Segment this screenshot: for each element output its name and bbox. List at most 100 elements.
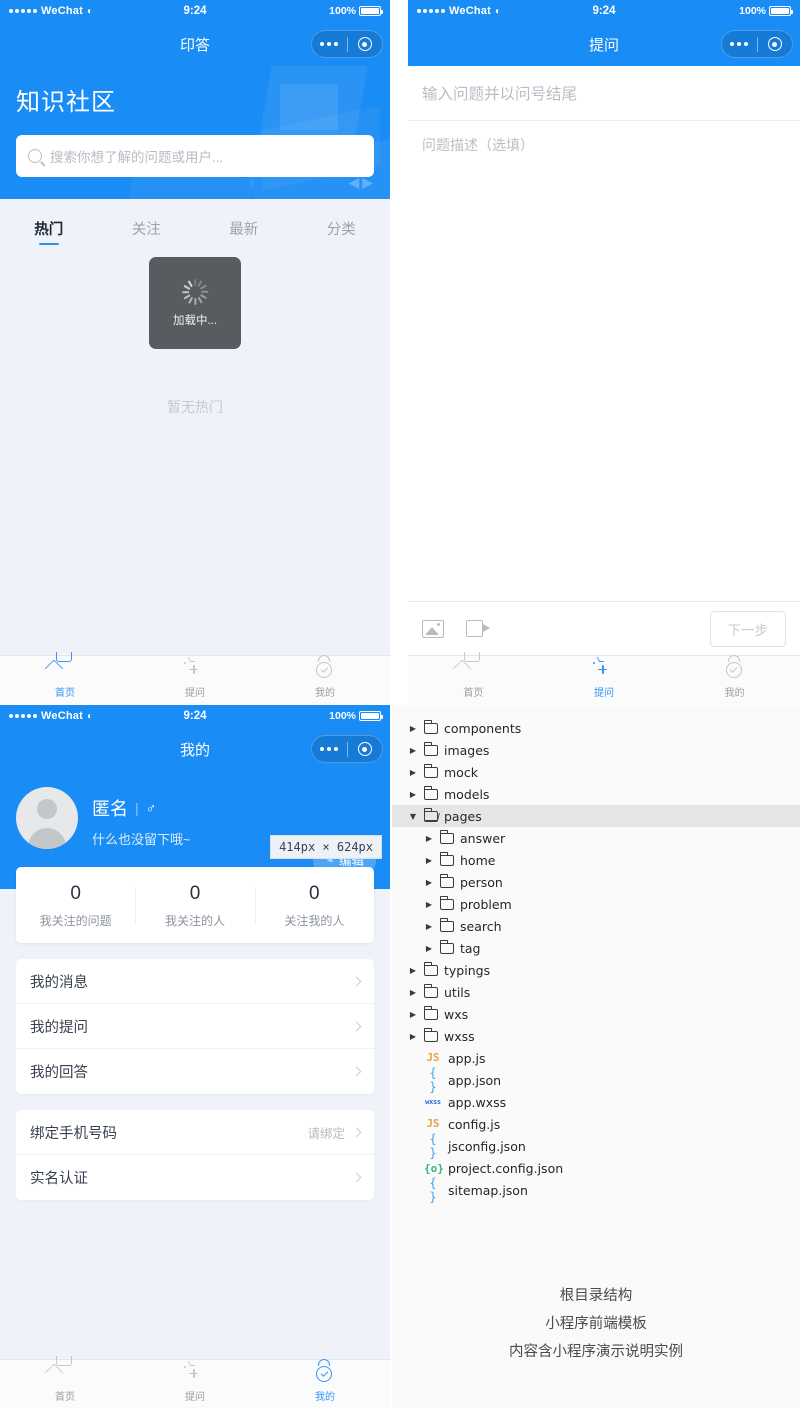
tree-folder-row[interactable]: ▶ mock <box>408 761 800 783</box>
tree-folder-row[interactable]: ▶ answer <box>408 827 800 849</box>
tabbar-item-home[interactable]: 首页 <box>408 651 539 699</box>
menu-item-my-messages[interactable]: 我的消息 <box>16 959 374 1004</box>
tree-file-row[interactable]: { } app.json <box>408 1066 800 1094</box>
chevron-right-icon[interactable]: ▶ <box>408 1032 418 1041</box>
tree-folder-row[interactable]: ▼ pages <box>392 805 800 827</box>
tree-folder-row[interactable]: ▶ wxss <box>408 1025 800 1047</box>
tree-folder-row[interactable]: ▶ search <box>408 915 800 937</box>
loading-spinner-icon <box>182 278 209 305</box>
tree-folder-row[interactable]: ▶ images <box>408 739 800 761</box>
tabbar-ask: 首页 提问 我的 <box>408 651 800 704</box>
chevron-right-icon[interactable]: ▶ <box>424 900 434 909</box>
menu-item-label: 绑定手机号码 <box>30 1125 117 1142</box>
chevron-right-icon[interactable]: ▶ <box>408 988 418 997</box>
chevron-right-icon[interactable]: ▶ <box>424 944 434 953</box>
chevron-right-icon[interactable]: ▶ <box>408 1010 418 1019</box>
menu-item-bind-phone[interactable]: 绑定手机号码 请绑定 <box>16 1110 374 1155</box>
image-icon[interactable] <box>422 619 444 638</box>
wechat-capsule-profile[interactable] <box>311 735 383 763</box>
stat-following-users[interactable]: 0 我关注的人 <box>135 883 254 929</box>
tree-file-row[interactable]: JS app.js <box>408 1047 800 1069</box>
stat-value: 0 <box>70 883 81 904</box>
search-input[interactable]: 搜索你想了解的问题或用户... <box>16 135 374 177</box>
tabbar-label-home: 首页 <box>463 687 484 699</box>
tab-following[interactable]: 关注 <box>98 199 196 257</box>
tree-folder-row[interactable]: ▶ tag <box>408 937 800 959</box>
tree-folder-row[interactable]: ▶ components <box>408 717 800 739</box>
gender-icon: ♂ <box>145 800 157 816</box>
menu-item-label: 我的提问 <box>30 1019 88 1036</box>
tree-file-row[interactable]: { } sitemap.json <box>408 1176 800 1204</box>
close-circle-icon[interactable] <box>348 742 383 756</box>
js-file-icon: JS <box>426 1118 440 1130</box>
chevron-right-icon[interactable]: ▶ <box>424 856 434 865</box>
panel-profile: WeChat ◐ 9:24 100% 我的 匿名 | ♂ 什么也没留下哦~ ✎ … <box>0 705 390 1408</box>
tree-folder-row[interactable]: ▶ models <box>408 783 800 805</box>
folder-icon <box>439 873 454 888</box>
menu-item-my-answers[interactable]: 我的回答 <box>16 1049 374 1094</box>
tab-category[interactable]: 分类 <box>293 199 391 257</box>
tree-folder-row[interactable]: ▶ problem <box>408 893 800 915</box>
wechat-capsule-ask[interactable] <box>721 30 793 58</box>
folder-icon <box>423 983 438 998</box>
home-icon <box>44 651 76 682</box>
tree-folder-row[interactable]: ▶ person <box>408 871 800 893</box>
more-menu-icon[interactable] <box>312 42 347 46</box>
menu-item-real-name-auth[interactable]: 实名认证 <box>16 1155 374 1200</box>
avatar[interactable] <box>16 787 78 849</box>
chevron-right-icon[interactable]: ▶ <box>408 790 418 799</box>
tabbar-label-me: 我的 <box>724 687 745 699</box>
chevron-right-icon[interactable]: ▶ <box>424 878 434 887</box>
tabbar-item-ask[interactable]: 提问 <box>130 656 260 699</box>
chevron-right-icon[interactable]: ▶ <box>408 724 418 733</box>
tabbar-item-me[interactable]: 我的 <box>669 654 800 699</box>
status-time: 9:24 <box>183 5 207 17</box>
tree-node-label: person <box>460 874 503 890</box>
caption-line: 内容含小程序演示说明实例 <box>509 1344 683 1360</box>
chevron-right-icon[interactable]: ▶ <box>408 746 418 755</box>
chevron-right-icon[interactable]: ▶ <box>424 922 434 931</box>
close-circle-icon[interactable] <box>758 37 793 51</box>
chevron-down-icon[interactable]: ▼ <box>408 812 418 821</box>
stat-followers[interactable]: 0 关注我的人 <box>254 883 374 929</box>
tree-folder-row[interactable]: ▶ home <box>408 849 800 871</box>
tree-file-row[interactable]: wxss app.wxss <box>408 1091 800 1113</box>
tabbar-item-home[interactable]: 首页 <box>0 1355 130 1403</box>
tab-newest[interactable]: 最新 <box>195 199 293 257</box>
wechat-capsule-home[interactable] <box>311 30 383 58</box>
chevron-right-icon[interactable]: ▶ <box>424 834 434 843</box>
tabbar-item-me[interactable]: 我的 <box>260 1358 390 1403</box>
home-hero: ◀▶ 知识社区 搜索你想了解的问题或用户... <box>0 66 390 199</box>
menu-item-status: 请绑定 <box>307 1126 345 1141</box>
tabbar-item-ask[interactable]: 提问 <box>539 656 670 699</box>
tree-file-row[interactable]: {o} project.config.json <box>408 1157 800 1179</box>
chevron-right-icon[interactable]: ▶ <box>408 768 418 777</box>
panel-ask: WeChat ◐ 9:24 100% 提问 输入问题并以问号结尾 问题描述（选填… <box>408 0 800 704</box>
chevron-right-icon[interactable]: ▶ <box>408 966 418 975</box>
more-menu-icon[interactable] <box>722 42 757 46</box>
next-step-button[interactable]: 下一步 <box>709 610 786 647</box>
tabbar-item-home[interactable]: 首页 <box>0 651 130 699</box>
tree-file-row[interactable]: JS config.js <box>408 1113 800 1135</box>
tree-node-label: app.js <box>448 1050 486 1066</box>
stat-followed-questions[interactable]: 0 我关注的问题 <box>16 883 135 929</box>
more-menu-icon[interactable] <box>312 747 347 751</box>
status-bar-ask: WeChat ◐ 9:24 100% <box>408 0 800 22</box>
tabbar-label-me: 我的 <box>315 687 335 699</box>
question-desc-input[interactable]: 问题描述（选填） <box>408 121 800 171</box>
chevron-right-icon <box>351 1066 362 1077</box>
tab-hot[interactable]: 热门 <box>0 199 98 257</box>
tabbar-item-ask[interactable]: 提问 <box>130 1360 260 1403</box>
profile-stats-card: 0 我关注的问题 0 我关注的人 0 关注我的人 <box>16 867 374 943</box>
tree-node-label: problem <box>460 896 512 912</box>
video-icon[interactable] <box>466 620 490 637</box>
tabbar-item-me[interactable]: 我的 <box>260 654 390 699</box>
question-title-input[interactable]: 输入问题并以问号结尾 <box>408 66 800 121</box>
status-time: 9:24 <box>183 710 207 722</box>
tree-folder-row[interactable]: ▶ wxs <box>408 1003 800 1025</box>
close-circle-icon[interactable] <box>348 37 383 51</box>
tree-folder-row[interactable]: ▶ utils <box>408 981 800 1003</box>
menu-item-my-questions[interactable]: 我的提问 <box>16 1004 374 1049</box>
tree-folder-row[interactable]: ▶ typings <box>408 959 800 981</box>
tree-file-row[interactable]: { } jsconfig.json <box>408 1132 800 1160</box>
